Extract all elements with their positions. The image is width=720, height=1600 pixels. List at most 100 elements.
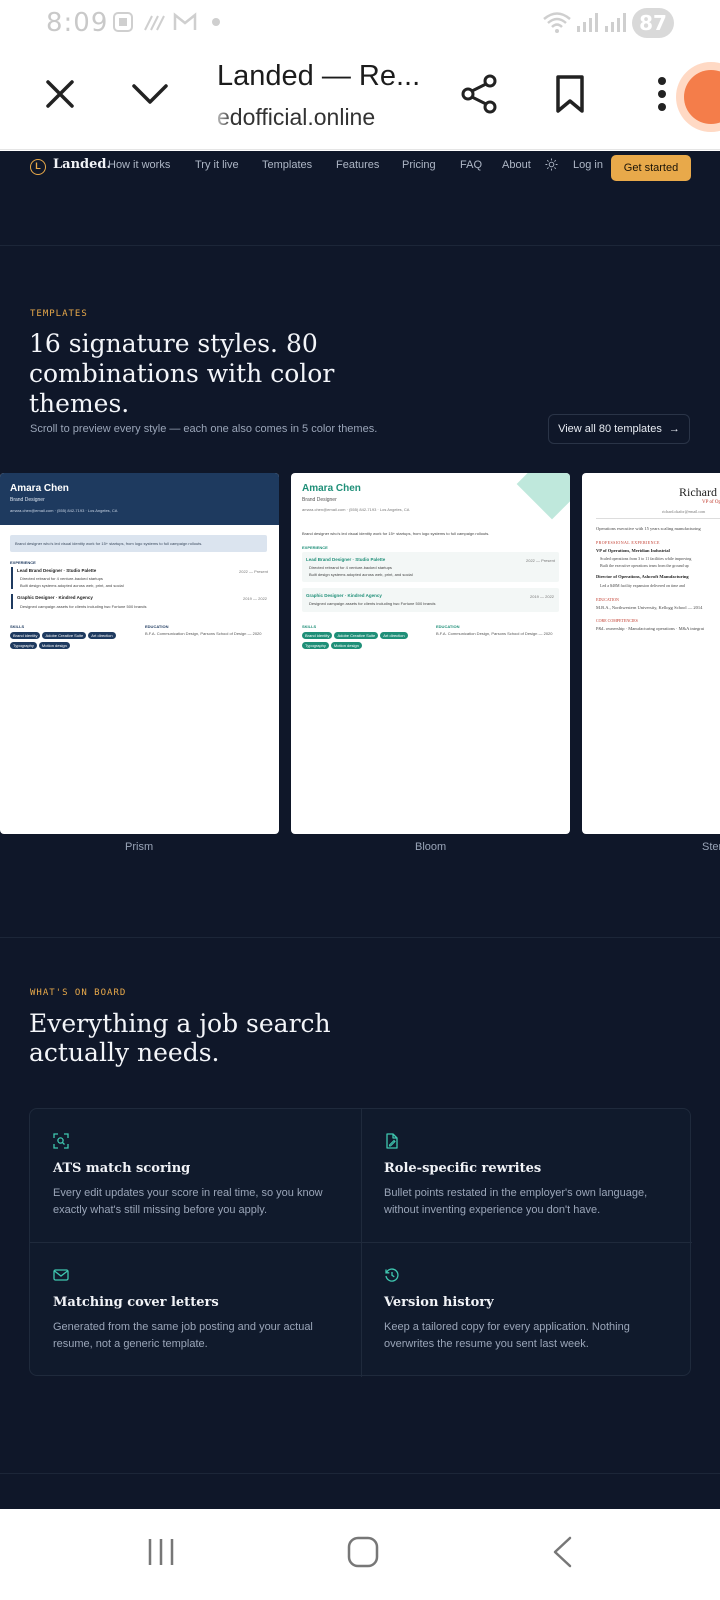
job1-title: Lead Brand Designer · Studio Palette (306, 557, 386, 562)
login-link[interactable]: Log in (573, 159, 603, 171)
screenshot-icon (111, 10, 135, 40)
nav-link-how-it-works[interactable]: How it works (108, 159, 170, 171)
section-skills: SKILLS (302, 624, 317, 629)
job1-bullet: Directed rebrand for 4 venture-backed st… (309, 565, 392, 570)
web-page: L Landed. How it works Try it live Templ… (0, 151, 720, 1509)
section-education: EDUCATION (145, 624, 169, 629)
job2-bullet: Designed campaign assets for clients inc… (20, 604, 147, 609)
wifi-icon (542, 10, 572, 40)
chevron-down-icon[interactable] (128, 72, 172, 116)
job1-bullet: Directed rebrand for 4 venture-backed st… (20, 576, 103, 581)
resume-summary: Brand designer who's led visual identity… (15, 541, 203, 546)
url-fade (210, 102, 232, 132)
template-card-bloom[interactable]: Amara Chen Brand Designer amara.chen@ema… (291, 473, 570, 834)
features-grid: ATS match scoring Every edit updates you… (29, 1108, 692, 1377)
tab-title[interactable]: Landed — Re... (217, 60, 420, 93)
template-caption-prism: Prism (125, 841, 154, 853)
section-education: EDUCATION (596, 597, 619, 602)
file-pen-icon (384, 1133, 400, 1149)
section-education: EDUCATION (436, 624, 460, 629)
feature-description: Generated from the same job posting and … (53, 1321, 313, 1350)
feature-description: Every edit updates your score in real ti… (53, 1187, 323, 1216)
resume-name: Richard (679, 485, 717, 499)
skills-list: Brand identity Adobe Creative Suite Art di… (10, 631, 140, 651)
job2-title: Director of Operations, Ashcroft Manufac… (596, 574, 689, 579)
system-navigation-bar (0, 1509, 720, 1600)
job2-bullet: Designed campaign assets for clients inc… (309, 601, 436, 606)
template-card-prism[interactable]: Amara Chen Brand Designer amara.chen@ema… (0, 473, 279, 834)
view-all-templates-button[interactable]: View all 80 templates → (548, 414, 690, 444)
home-icon[interactable] (346, 1535, 380, 1574)
resume-name: Amara Chen (10, 483, 69, 494)
skill-pill: Brand identity (302, 632, 333, 639)
education-text: M.B.A., Northwestern University, Kellogg… (596, 605, 703, 610)
grid-divider (361, 1109, 362, 1377)
resume-name: Amara Chen (302, 483, 361, 494)
nav-link-about[interactable]: About (502, 159, 531, 171)
template-caption-third: Ster (702, 841, 720, 853)
heading-line: Everything a job search (29, 1009, 331, 1038)
education-text: B.F.A. Communication Design, Parsons Sch… (145, 631, 262, 636)
templates-subtitle: Scroll to preview every style — each one… (30, 423, 378, 435)
skill-pill: Typography (302, 642, 329, 649)
header-rule (596, 518, 720, 519)
features-eyebrow: WHAT'S ON BOARD (30, 988, 127, 998)
arrow-right-icon: → (668, 423, 680, 435)
job-box (302, 588, 559, 612)
brand-logo-icon[interactable]: L (30, 159, 46, 175)
section-experience: EXPERIENCE (302, 545, 328, 550)
corner-decoration (516, 473, 570, 520)
share-icon[interactable] (458, 72, 502, 116)
template-caption-bloom: Bloom (415, 841, 447, 853)
feature-title: ATS match scoring (53, 1161, 191, 1176)
recent-apps-icon[interactable] (146, 1535, 176, 1574)
section-skills: CORE COMPETENCIES (596, 618, 638, 623)
job1-title: VP of Operations, Meridian Industrial (596, 548, 670, 553)
resume-contact: richard.okafor@email.com (662, 509, 706, 514)
scan-search-icon (53, 1133, 69, 1149)
template-card-third[interactable]: Richard VP of Op richard.okafor@email.co… (582, 473, 720, 834)
brand-name[interactable]: Landed. (53, 157, 111, 172)
job1-title: Lead Brand Designer · Studio Palette (17, 568, 97, 573)
browser-toolbar: Landed — Re... edofficial.online (0, 46, 720, 150)
back-icon[interactable] (550, 1535, 576, 1574)
feature-title: Role-specific rewrites (384, 1161, 542, 1176)
job1-bullet: Built the executive operations team from… (600, 563, 689, 568)
status-time: 8:09 (46, 8, 109, 38)
nav-link-faq[interactable]: FAQ (460, 159, 482, 171)
skill-pill: Adobe Creative Suite (42, 632, 87, 639)
resume-summary: Operations executive with 15 years scali… (596, 526, 701, 531)
sun-icon[interactable] (545, 158, 558, 174)
nav-link-try-it-live[interactable]: Try it live (195, 159, 239, 171)
gmail-icon (172, 10, 198, 40)
skill-pill: Typography (10, 642, 37, 649)
nav-link-templates[interactable]: Templates (262, 159, 312, 171)
nav-link-features[interactable]: Features (336, 159, 379, 171)
view-all-label: View all 80 templates (558, 423, 662, 435)
section-skills: SKILLS (10, 624, 25, 629)
grid-divider (30, 1242, 692, 1243)
job2-title: Graphic Designer · Kindred Agency (17, 595, 93, 600)
get-started-button[interactable]: Get started (611, 155, 691, 181)
job2-dates: 2019 — 2022 (530, 594, 555, 599)
job1-dates: 2022 — Present (239, 569, 268, 574)
job1-bullet: Built design systems adopted across web,… (309, 572, 413, 577)
bookmark-icon[interactable] (548, 72, 592, 116)
templates-heading: 16 signature styles. 80 combinations wit… (29, 329, 334, 419)
nav-link-pricing[interactable]: Pricing (402, 159, 436, 171)
resume-summary: Brand designer who's led visual identity… (302, 531, 490, 536)
skill-pill: Art direction (380, 632, 408, 639)
resume-role: Brand Designer (302, 497, 337, 503)
section-divider (0, 1473, 720, 1474)
skill-pill: Adobe Creative Suite (334, 632, 379, 639)
skill-pill: Brand identity (10, 632, 41, 639)
features-heading: Everything a job search actually needs. (29, 1009, 331, 1067)
skill-pill: Motion design (330, 642, 362, 649)
heading-line: actually needs. (29, 1038, 220, 1067)
competencies-text: P&L ownership · Manufacturing operations… (596, 626, 704, 631)
close-icon[interactable] (38, 72, 82, 116)
job-bar (11, 567, 13, 589)
site-nav: L Landed. How it works Try it live Templ… (0, 151, 720, 185)
section-divider (0, 937, 720, 938)
url-bar[interactable]: edofficial.online (217, 104, 375, 131)
